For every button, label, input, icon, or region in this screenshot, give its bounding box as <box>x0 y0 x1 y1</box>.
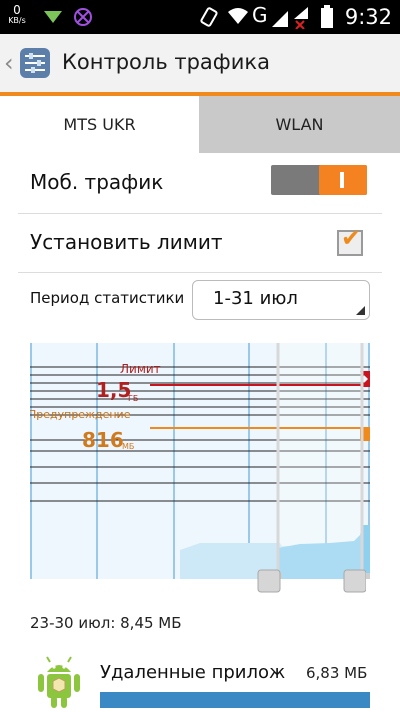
checkmark-icon: ✔ <box>341 224 362 252</box>
range-end-knob[interactable] <box>343 569 366 593</box>
dropdown-corner-icon <box>356 306 365 315</box>
app-name: Удаленные прилож <box>100 662 286 683</box>
network-type-label: G <box>252 3 268 27</box>
period-value: 1-31 июл <box>213 288 298 309</box>
tab-wlan[interactable]: WLAN <box>199 96 400 153</box>
warning-label: Предупреждение <box>30 408 131 421</box>
set-limit-checkbox[interactable]: ✔ <box>337 224 363 256</box>
screen-rotation-icon <box>200 7 218 27</box>
sim-tabs: MTS UKR WLAN <box>0 96 400 153</box>
period-select[interactable]: 1-31 июл <box>192 280 370 320</box>
battery-icon <box>321 5 333 28</box>
warning-unit: МБ <box>122 442 134 451</box>
divider <box>18 272 382 273</box>
network-speed: 0 KB/s <box>4 4 30 25</box>
page-title: Контроль трафика <box>62 50 270 74</box>
signal-no-sim-icon <box>294 7 308 29</box>
tab-mts-ukr[interactable]: MTS UKR <box>0 96 199 153</box>
warning-value: 816 <box>82 428 124 452</box>
set-limit-label: Установить лимит <box>30 230 223 254</box>
selected-range-overlay <box>278 343 362 579</box>
range-usage-summary: 23-30 июл: 8,45 МБ <box>30 614 182 632</box>
toggle-on-knob <box>319 165 367 195</box>
action-bar: ‹ Контроль трафика <box>0 34 400 93</box>
data-usage-settings-icon[interactable] <box>18 46 52 80</box>
network-speed-value: 0 <box>13 3 21 17</box>
theme-icon <box>74 8 92 26</box>
traffic-chart[interactable]: Лимит 1,5 ГБ Предупреждение 816 МБ <box>30 343 370 579</box>
status-bar: 0 KB/s G 9:32 <box>0 0 400 34</box>
download-icon <box>44 11 62 23</box>
limit-value: 1,5 <box>96 378 131 402</box>
app-usage-bar <box>100 692 370 708</box>
clock: 9:32 <box>344 5 392 29</box>
wifi-icon <box>228 8 248 24</box>
mobile-data-label: Моб. трафик <box>30 170 164 194</box>
range-start-knob[interactable] <box>257 569 281 593</box>
range-handles[interactable] <box>256 568 366 596</box>
android-robot-icon <box>38 656 80 708</box>
network-speed-unit: KB/s <box>8 16 26 25</box>
list-item[interactable]: Удаленные прилож 6,83 МБ <box>0 648 400 712</box>
signal-icon <box>272 11 288 27</box>
app-data-size: 6,83 МБ <box>306 664 368 682</box>
limit-label: Лимит <box>120 362 161 376</box>
mobile-data-toggle[interactable] <box>271 165 367 195</box>
period-label: Период статистики <box>30 289 185 307</box>
back-chevron-icon[interactable]: ‹ <box>4 49 14 77</box>
limit-unit: ГБ <box>128 394 138 403</box>
